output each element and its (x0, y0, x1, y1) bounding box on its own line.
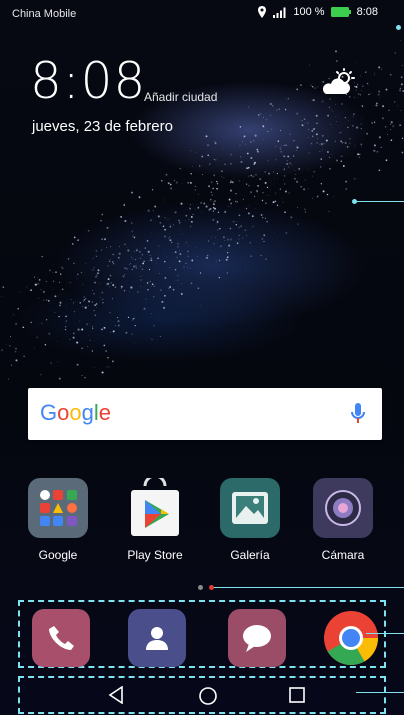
navbar-callout-line (356, 692, 404, 693)
page-indicator-callout-line (214, 587, 404, 588)
battery-percent: 100 % (293, 6, 325, 18)
google-search-bar[interactable]: Google (28, 388, 382, 440)
home-icon[interactable] (198, 686, 218, 711)
app-gallery[interactable]: Galería (205, 478, 295, 562)
signal-icon (273, 7, 287, 18)
app-label: Play Store (127, 548, 183, 562)
phone-icon[interactable] (32, 609, 90, 667)
dock (18, 600, 386, 668)
play-store-icon (125, 478, 185, 538)
gallery-icon (220, 478, 280, 538)
add-city-link[interactable]: Añadir ciudad (144, 90, 217, 104)
google-folder-icon (28, 478, 88, 538)
date-label: jueves, 23 de febrero (32, 118, 173, 135)
wallpaper-callout-line (356, 201, 404, 202)
status-bar-callout-dot (396, 25, 401, 30)
chrome-icon[interactable] (322, 609, 380, 667)
app-label: Galería (230, 548, 270, 562)
messages-icon[interactable] (228, 609, 286, 667)
home-screen: China Mobile 100 % 8:08 8:08 Añadir ciud… (0, 0, 404, 715)
app-label: Cámara (321, 548, 365, 562)
app-camera[interactable]: Cámara (298, 478, 388, 562)
page-dot[interactable] (198, 585, 203, 590)
status-indicators: 100 % 8:08 (257, 6, 378, 18)
microphone-icon[interactable] (350, 401, 366, 432)
recents-icon[interactable] (288, 686, 306, 709)
partly-cloudy-icon[interactable] (320, 68, 356, 101)
app-label: Google (38, 548, 78, 562)
clock-widget[interactable]: 8:08 (30, 52, 146, 110)
app-google[interactable]: Google (13, 478, 103, 562)
status-time: 8:08 (356, 6, 378, 18)
status-bar: China Mobile 100 % 8:08 (0, 0, 404, 32)
location-icon (257, 6, 267, 18)
carrier-label: China Mobile (12, 8, 77, 20)
back-icon[interactable] (108, 685, 124, 709)
google-logo: Google (40, 400, 112, 425)
page-indicator (198, 585, 214, 590)
dock-callout-line (366, 633, 404, 634)
battery-icon (330, 7, 351, 17)
app-play-store[interactable]: Play Store (110, 478, 200, 562)
navigation-bar (18, 676, 386, 714)
contacts-icon[interactable] (128, 609, 186, 667)
camera-icon (313, 478, 373, 538)
